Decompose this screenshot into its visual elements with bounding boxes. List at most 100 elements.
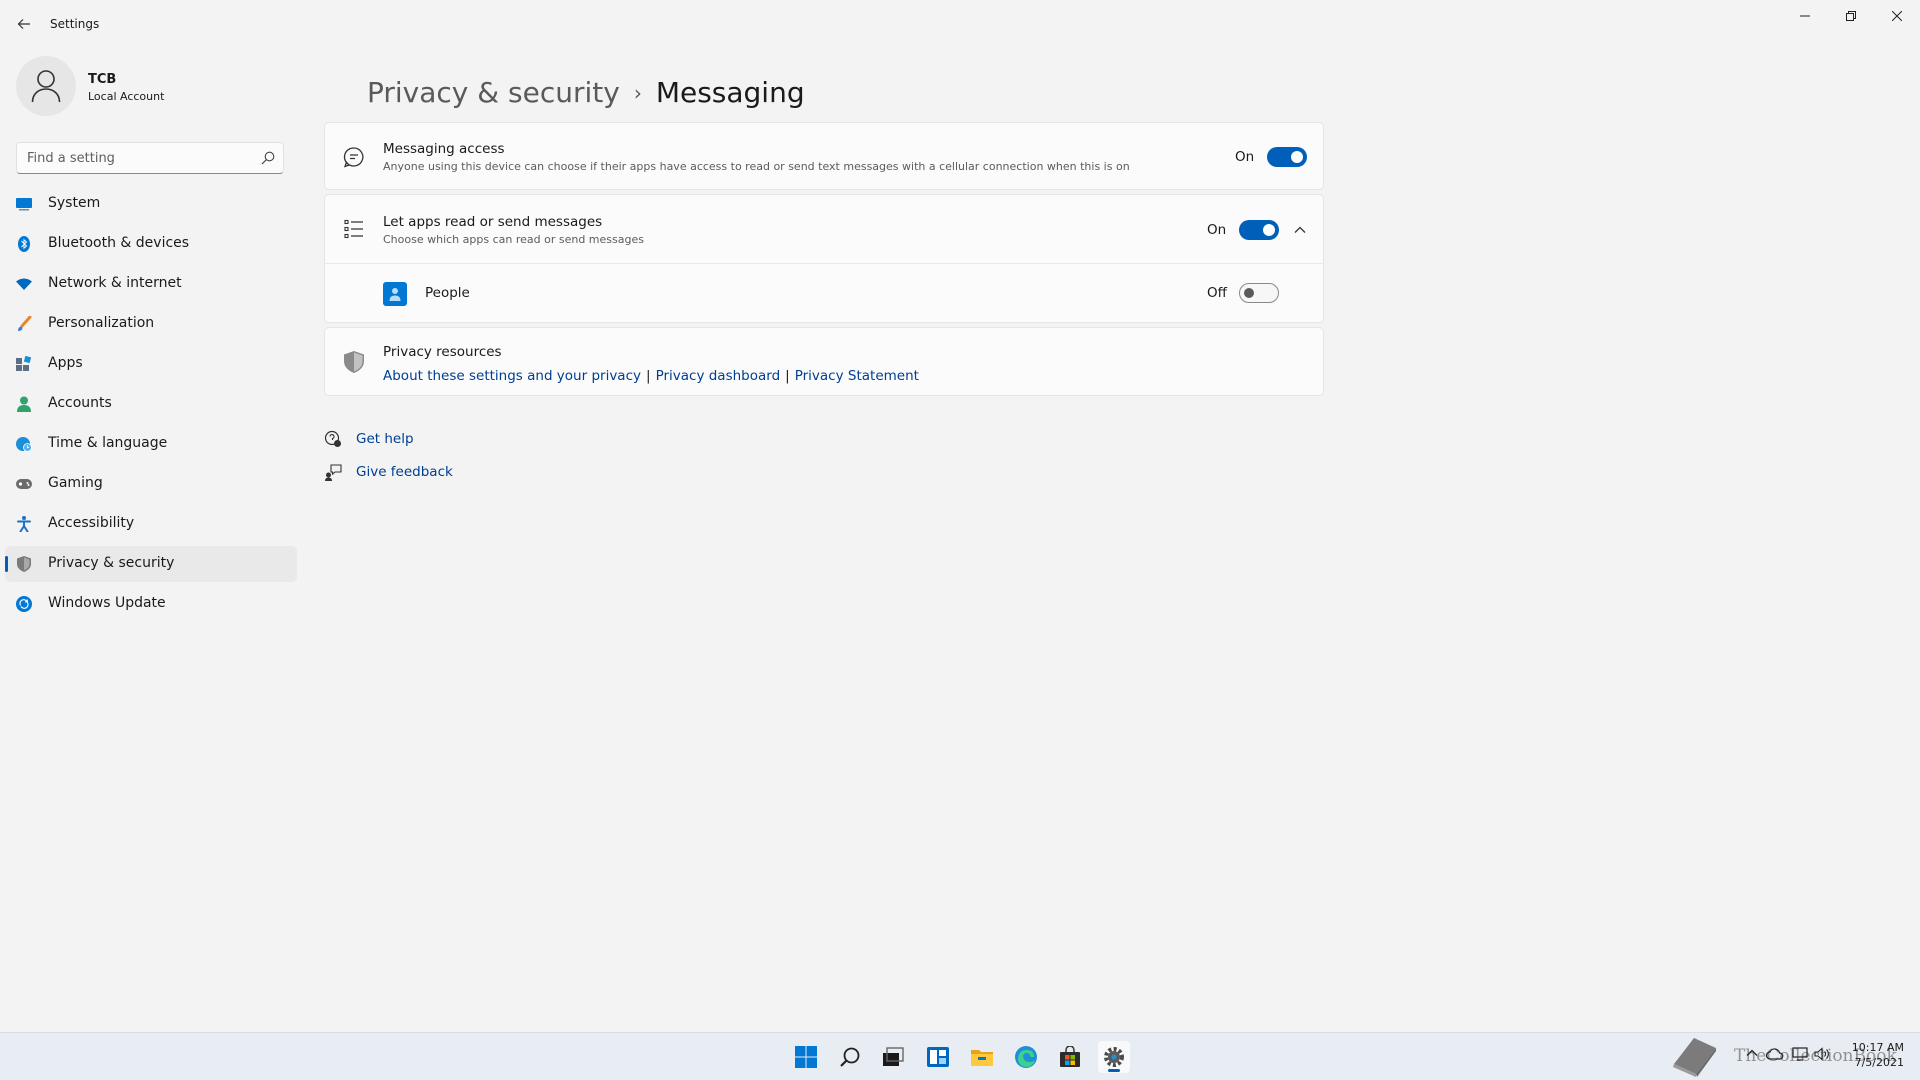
display-icon[interactable] <box>1792 1047 1808 1065</box>
people-app-icon <box>383 282 407 306</box>
globe-clock-icon <box>16 436 32 452</box>
back-button[interactable] <box>12 12 36 36</box>
minimize-button[interactable] <box>1782 0 1828 32</box>
breadcrumb-parent[interactable]: Privacy & security <box>367 76 620 109</box>
search-icon[interactable] <box>834 1041 866 1073</box>
messaging-access-toggle[interactable] <box>1267 147 1307 167</box>
close-button[interactable] <box>1874 0 1920 32</box>
title-bar: Settings <box>0 0 1920 48</box>
get-help-link[interactable]: Get help <box>356 431 414 447</box>
person-icon <box>31 70 61 103</box>
restore-button[interactable] <box>1828 0 1874 32</box>
sidebar-item-network[interactable]: Network & internet <box>5 266 297 302</box>
person-icon <box>16 396 32 412</box>
sidebar-item-label: Network & internet <box>48 275 182 291</box>
app-messaging-toggle[interactable] <box>1239 220 1279 240</box>
accessibility-icon <box>16 516 32 532</box>
people-app-toggle[interactable] <box>1239 283 1279 303</box>
sidebar-item-system[interactable]: System <box>5 186 297 222</box>
toggle-state-label: Off <box>1207 285 1227 301</box>
app-name: People <box>425 285 470 301</box>
sidebar-item-privacy-security[interactable]: Privacy & security <box>5 546 297 582</box>
get-help-row[interactable]: Get help <box>324 430 414 448</box>
system-clock[interactable]: 10:17 AM 7/5/2021 <box>1840 1040 1904 1070</box>
about-privacy-link[interactable]: About these settings and your privacy <box>383 368 641 384</box>
wifi-icon <box>16 276 32 292</box>
task-view-icon[interactable] <box>877 1041 909 1073</box>
sidebar-item-apps[interactable]: Apps <box>5 346 297 382</box>
close-icon <box>1892 11 1902 21</box>
sidebar-item-label: Bluetooth & devices <box>48 235 190 251</box>
store-icon[interactable] <box>1054 1041 1086 1073</box>
toggle-state-label: On <box>1235 149 1255 165</box>
apps-icon <box>16 356 32 372</box>
sidebar-item-windows-update[interactable]: Windows Update <box>5 586 297 622</box>
toggle-state-label: On <box>1207 222 1227 238</box>
breadcrumb-separator: › <box>633 80 642 105</box>
sidebar-item-label: Time & language <box>48 435 168 451</box>
update-icon <box>16 596 32 612</box>
sidebar-item-label: Gaming <box>48 475 103 491</box>
bluetooth-icon <box>16 236 32 252</box>
shield-icon <box>342 350 366 374</box>
widgets-icon[interactable] <box>922 1041 954 1073</box>
feedback-icon <box>324 463 342 481</box>
chat-bubble-icon <box>342 145 366 169</box>
edge-icon[interactable] <box>1010 1041 1042 1073</box>
privacy-dashboard-link[interactable]: Privacy dashboard <box>656 368 781 384</box>
sidebar-nav: System Bluetooth & devices Network & int… <box>5 186 297 626</box>
setting-title: Messaging access <box>383 141 505 157</box>
sidebar-item-accounts[interactable]: Accounts <box>5 386 297 422</box>
search-box[interactable] <box>16 142 284 174</box>
setting-description: Anyone using this device can choose if t… <box>383 160 1130 173</box>
sidebar-item-bluetooth[interactable]: Bluetooth & devices <box>5 226 297 262</box>
sidebar-item-label: Apps <box>48 355 83 371</box>
sidebar-item-gaming[interactable]: Gaming <box>5 466 297 502</box>
start-icon[interactable] <box>790 1041 822 1073</box>
brush-icon <box>16 316 32 332</box>
breadcrumb: Privacy & security › Messaging <box>367 76 805 109</box>
sidebar-item-label: System <box>48 195 101 211</box>
link-separator: | <box>646 368 651 384</box>
give-feedback-link[interactable]: Give feedback <box>356 464 453 480</box>
sidebar-item-label: Windows Update <box>48 595 166 611</box>
privacy-resources-title: Privacy resources <box>383 344 502 360</box>
account-type: Local Account <box>88 90 165 103</box>
search-icon[interactable] <box>261 151 275 165</box>
give-feedback-row[interactable]: Give feedback <box>324 463 453 481</box>
app-title: Settings <box>50 17 100 31</box>
settings-icon[interactable] <box>1098 1041 1130 1073</box>
setting-description: Choose which apps can read or send messa… <box>383 233 644 246</box>
chevron-up-icon[interactable] <box>1292 222 1308 238</box>
page-title: Messaging <box>655 76 805 109</box>
privacy-statement-link[interactable]: Privacy Statement <box>795 368 919 384</box>
privacy-links: About these settings and your privacy | … <box>383 368 919 384</box>
app-row-people: People Off <box>325 264 1323 322</box>
volume-icon[interactable] <box>1814 1047 1830 1065</box>
monitor-icon <box>16 196 32 212</box>
clock-date: 7/5/2021 <box>1854 1056 1904 1069</box>
minimize-icon <box>1800 15 1810 17</box>
tray-chevron-up-icon[interactable] <box>1746 1046 1758 1061</box>
messaging-access-card: Messaging access Anyone using this devic… <box>324 122 1324 190</box>
sidebar-item-time-language[interactable]: Time & language <box>5 426 297 462</box>
avatar[interactable] <box>16 56 76 116</box>
sidebar-item-label: Personalization <box>48 315 155 331</box>
search-input[interactable] <box>17 143 247 173</box>
sidebar-item-personalization[interactable]: Personalization <box>5 306 297 342</box>
help-icon <box>324 430 342 448</box>
list-icon <box>342 217 366 241</box>
setting-title: Let apps read or send messages <box>383 214 603 230</box>
privacy-resources-card: Privacy resources About these settings a… <box>324 327 1324 396</box>
gamepad-icon <box>16 476 32 492</box>
restore-icon <box>1846 11 1856 21</box>
shield-icon <box>16 556 32 572</box>
sidebar-item-label: Privacy & security <box>48 555 175 571</box>
onedrive-icon[interactable] <box>1765 1048 1784 1064</box>
book-icon <box>1673 1038 1716 1077</box>
file-explorer-icon[interactable] <box>966 1041 998 1073</box>
sidebar-item-accessibility[interactable]: Accessibility <box>5 506 297 542</box>
taskbar <box>0 1032 1920 1080</box>
clock-time: 10:17 AM <box>1851 1041 1904 1054</box>
sidebar-item-label: Accessibility <box>48 515 135 531</box>
